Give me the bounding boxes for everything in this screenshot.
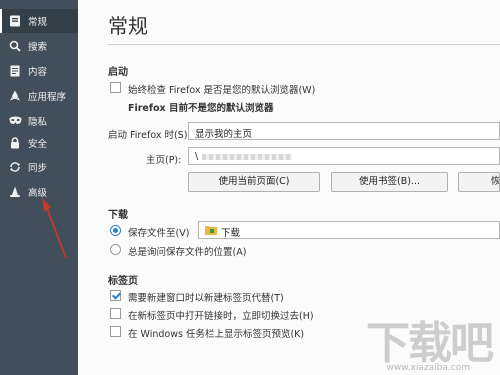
sidebar-item-advanced[interactable]: 高级 — [0, 180, 78, 204]
restore-default-button[interactable]: 恢 — [458, 172, 500, 192]
sidebar-item-applications[interactable]: 应用程序 — [0, 84, 78, 108]
homepage-value: \ — [195, 151, 199, 162]
homepage-label: 主页(P): — [146, 155, 182, 166]
switch-to-new-tab-checkbox[interactable] — [110, 308, 121, 319]
lock-icon — [8, 136, 22, 150]
sidebar-item-sync[interactable]: 同步 — [0, 155, 78, 179]
folder-icon — [205, 226, 217, 235]
save-to-radio[interactable] — [110, 225, 121, 236]
page-title: 常规 — [108, 14, 148, 38]
always-ask-radio[interactable] — [110, 244, 121, 255]
title-divider — [108, 44, 500, 45]
when-start-select[interactable]: 显示我的主页 — [188, 122, 500, 140]
sidebar-item-label: 同步 — [28, 163, 48, 174]
mask-icon — [8, 114, 22, 128]
sidebar-item-privacy[interactable]: 隐私 — [0, 109, 78, 133]
sidebar-item-security[interactable]: 安全 — [0, 131, 78, 155]
general-icon — [8, 14, 22, 28]
new-window-as-tab-checkbox[interactable] — [110, 290, 121, 301]
sidebar-item-search[interactable]: 搜索 — [0, 34, 78, 58]
sidebar-item-label: 搜索 — [28, 42, 48, 53]
content-icon — [8, 64, 22, 78]
switch-to-new-tab-label: 在新标签页中打开链接时，立即切换过去(H) — [128, 311, 314, 322]
downloads-section-title: 下载 — [108, 210, 128, 221]
taskbar-preview-label: 在 Windows 任务栏上显示标签页预览(K) — [128, 329, 305, 340]
use-current-page-button[interactable]: 使用当前页面(C) — [188, 172, 320, 192]
save-to-label: 保存文件至(V) — [128, 228, 190, 239]
sync-icon — [8, 160, 22, 174]
sidebar-item-label: 安全 — [28, 139, 48, 150]
default-browser-checkbox[interactable] — [110, 82, 121, 93]
sidebar-item-label: 常规 — [28, 17, 48, 28]
main-pane: 常规 启动 始终检查 Firefox 是否是您的默认浏览器(W) Firefox… — [78, 0, 500, 375]
sidebar-item-label: 高级 — [28, 188, 48, 199]
rocket-icon — [8, 89, 22, 103]
default-browser-label: 始终检查 Firefox 是否是您的默认浏览器(W) — [128, 85, 316, 96]
taskbar-preview-checkbox[interactable] — [110, 326, 121, 337]
download-folder-value: 下载 — [221, 228, 241, 239]
tabs-section-title: 标签页 — [108, 276, 138, 287]
sidebar-item-content[interactable]: 内容 — [0, 59, 78, 83]
watermark-url: www.xiazaiba.com — [386, 363, 470, 373]
always-ask-label: 总是询问保存文件的位置(A) — [128, 247, 247, 258]
search-icon — [8, 39, 22, 53]
sidebar-item-label: 内容 — [28, 67, 48, 78]
use-bookmark-button[interactable]: 使用书签(B)... — [331, 172, 448, 192]
download-folder-field[interactable]: 下载 — [198, 221, 500, 239]
startup-section-title: 启动 — [108, 67, 128, 78]
sidebar-item-general[interactable]: 常规 — [0, 9, 78, 33]
sidebar-item-label: 应用程序 — [28, 92, 67, 103]
watermark-logo: 下载吧 — [366, 318, 494, 369]
blurred-url — [202, 153, 293, 160]
when-start-label: 启动 Firefox 时(S): — [108, 130, 191, 141]
sidebar: 常规 搜索 内容 应用程序 隐私 安全 同步 高级 — [0, 0, 78, 375]
homepage-input[interactable]: \ — [188, 147, 500, 165]
sidebar-item-label: 隐私 — [28, 117, 48, 128]
new-window-as-tab-label: 需要新建窗口时以新建标签页代替(T) — [128, 293, 284, 304]
wizard-hat-icon — [8, 185, 22, 199]
not-default-notice: Firefox 目前不是您的默认浏览器 — [128, 103, 274, 114]
